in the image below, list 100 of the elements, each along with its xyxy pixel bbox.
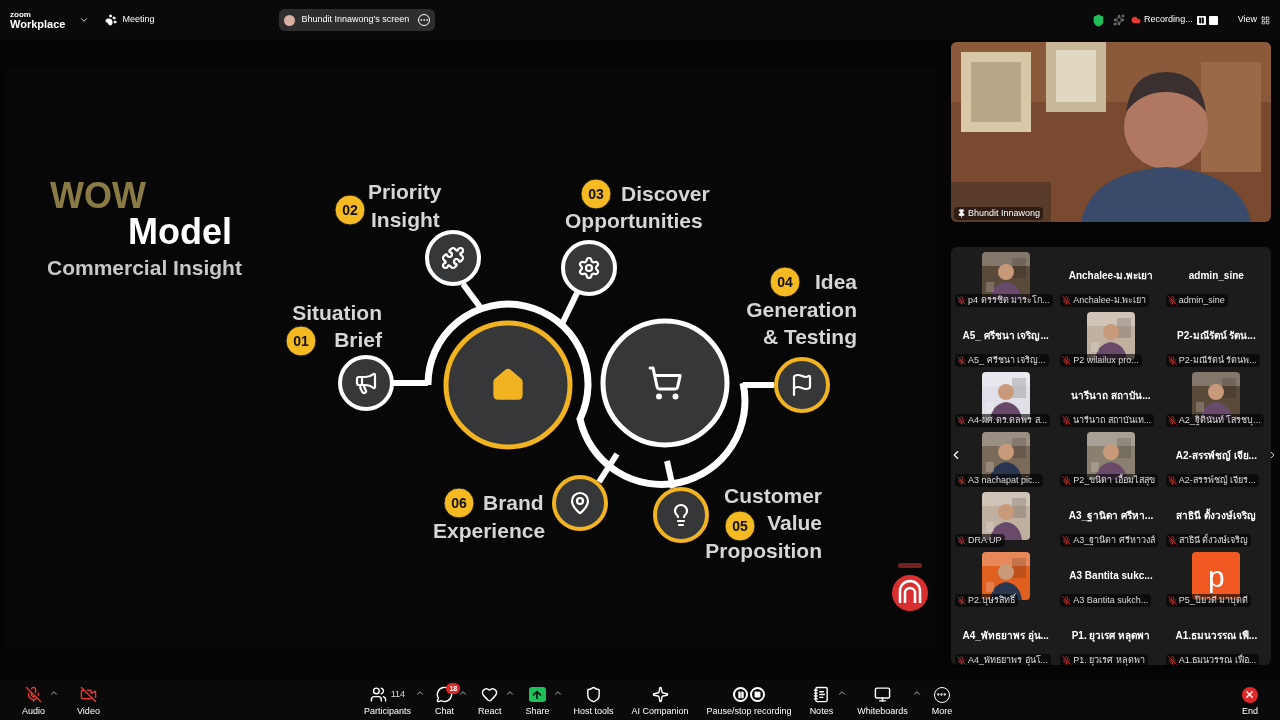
muted-mic-icon — [1062, 536, 1072, 545]
muted-mic-icon — [1167, 296, 1177, 305]
caret-icon — [457, 688, 468, 698]
participant-name: admin_sine — [1188, 269, 1244, 283]
participant-label-text: A3 nachapat pic... — [968, 473, 1041, 487]
muted-mic-icon — [957, 536, 966, 545]
participant-name: A5_ ศรีชนา เจริญ... — [962, 329, 1049, 343]
step-label: & Testing — [762, 324, 857, 350]
flag-icon — [794, 375, 810, 395]
stop-recording-button[interactable] — [1208, 15, 1218, 25]
participant-name: Anchalee-ม.พะเยา — [1068, 269, 1154, 283]
participant-label-text: DRA UP — [968, 533, 1002, 547]
meeting-button[interactable]: Meeting — [105, 13, 155, 27]
participant-label-text: A2-สรรพ์ชญ์ เจียร... — [1178, 473, 1256, 487]
caret-button[interactable] — [414, 688, 425, 698]
caret-button[interactable] — [911, 688, 922, 698]
step-label: Situation — [292, 300, 382, 326]
shield-check-icon[interactable] — [1092, 13, 1106, 27]
shopping-cart-icon — [650, 368, 681, 398]
megaphone-icon — [357, 374, 375, 393]
step-number-badge: 03 — [580, 178, 612, 210]
participant-label-text: A3 Bantita sukch... — [1073, 593, 1149, 607]
participant-count: 114 — [390, 687, 406, 701]
connector-line — [743, 382, 774, 388]
participant-name: A2-สรรพ์ชญ์ เจีย... — [1175, 449, 1257, 463]
step-label: Value — [767, 510, 822, 536]
connector-line — [460, 282, 486, 313]
speaker-name: Bhundit Innawong — [968, 206, 1041, 220]
muted-mic-icon — [1167, 416, 1177, 425]
participant-name: P1. ยุวเรศ หลุดพา — [1071, 629, 1151, 643]
grid-icon — [1261, 15, 1270, 25]
caret-button[interactable] — [505, 688, 516, 698]
participant-label-text: A2_ฐิตินันท์ โสรชบุ... — [1178, 413, 1261, 428]
connector-line — [393, 380, 428, 386]
caret-button[interactable] — [457, 688, 468, 698]
cloud-icon — [1131, 15, 1142, 25]
shield-icon — [585, 686, 602, 703]
recording-text: Recording... — [1144, 13, 1193, 27]
muted-mic-icon — [1062, 356, 1072, 365]
toolbar-button[interactable]: React — [469, 680, 510, 720]
toolbar-button[interactable]: Share — [517, 680, 558, 720]
participant-label-text: A4_พัทธยาพร อุ่นโ... — [968, 653, 1048, 668]
gear-icon — [580, 258, 598, 278]
participant-label-text: A1.ธมนวรรณ เฟื่อ... — [1178, 653, 1257, 667]
muted-mic-icon — [1062, 476, 1072, 485]
participant-label-text: P2_ขนิดา เอื้อมไสสุข — [1073, 473, 1155, 488]
step-label: Priority — [368, 179, 442, 205]
pause-recording-button[interactable] — [1196, 15, 1206, 25]
monitor-icon — [873, 686, 891, 703]
caret-button[interactable] — [49, 688, 60, 698]
participant-label-text: A5_ ศรีชนา เจริญ... — [968, 353, 1046, 367]
caret-button[interactable] — [837, 688, 848, 698]
muted-mic-icon — [1167, 656, 1177, 665]
participant-name: A1.ธมนวรรณ เฟื... — [1175, 629, 1258, 643]
participant-name: A3_ฐานิดา ศรีหา... — [1068, 509, 1154, 523]
chevron-down-icon[interactable] — [79, 15, 90, 25]
toolbar-button[interactable]: Video — [69, 680, 108, 720]
toolbar-button[interactable]: Host tools — [565, 680, 622, 720]
toolbar-button[interactable]: End — [1234, 680, 1266, 720]
caret-icon — [911, 688, 922, 698]
participant-label-text: P5_ปิยวดี มาบุตดี — [1178, 593, 1249, 608]
participant-label-text: A4-ผศ.ดร.ดลพร ส... — [968, 413, 1047, 427]
step-number-badge: 04 — [769, 266, 801, 298]
step-label: Discover — [621, 181, 710, 207]
muted-mic-icon — [957, 656, 966, 665]
caret-icon — [837, 688, 848, 698]
participant-label-text: P2.บุษรสิทธิ์ — [968, 593, 1015, 608]
sparkle-icon[interactable] — [1113, 14, 1126, 26]
close-icon — [1242, 686, 1258, 703]
participant-name: P2-มณีรัตน์ รัตน... — [1177, 329, 1256, 343]
people-icon — [369, 686, 387, 703]
muted-mic-icon — [957, 596, 966, 605]
step-label: Idea — [814, 269, 857, 295]
notebook-icon — [812, 686, 830, 703]
caret-icon — [414, 688, 425, 698]
toolbar-button[interactable]: 114 Participants — [355, 680, 419, 720]
toolbar-button[interactable]: More — [923, 680, 961, 720]
toolbar-button[interactable]: Audio — [14, 680, 54, 720]
participant-label-text: p4 ดรรชิต มาระโก... — [968, 293, 1050, 307]
toolbar-button[interactable]: Notes — [801, 680, 842, 720]
participant-label-text: P2 wilailux pro... — [1073, 353, 1139, 367]
muted-mic-icon — [1167, 476, 1177, 485]
caret-button[interactable] — [553, 688, 564, 698]
toolbar-button[interactable]: Pause/stop recording — [698, 680, 800, 720]
heart-icon — [481, 686, 499, 703]
slide-title-top: WOW — [50, 178, 146, 214]
toolbar-button[interactable]: AI Companion — [623, 680, 697, 720]
screen-share-pill[interactable]: Bhundit Innawong's screen — [279, 9, 436, 31]
muted-mic-icon — [1062, 296, 1072, 305]
toolbar-button[interactable]: Whiteboards — [849, 680, 916, 720]
participant-label-text: P1. ยุวเรศ หลุดพา — [1073, 653, 1145, 668]
participant-name: A4_พัทธยาพร อุ่น... — [962, 629, 1049, 643]
connector-line — [596, 452, 620, 484]
muted-mic-icon — [1167, 536, 1177, 545]
caret-icon — [505, 688, 516, 698]
participant-name: สาธินี ตั้งวงษ์เจริญ — [1176, 508, 1257, 523]
view-button[interactable]: View — [1237, 13, 1270, 27]
muted-mic-icon — [1167, 596, 1177, 605]
step-label: Brand — [483, 490, 544, 516]
pause-stop-icon — [733, 687, 766, 702]
